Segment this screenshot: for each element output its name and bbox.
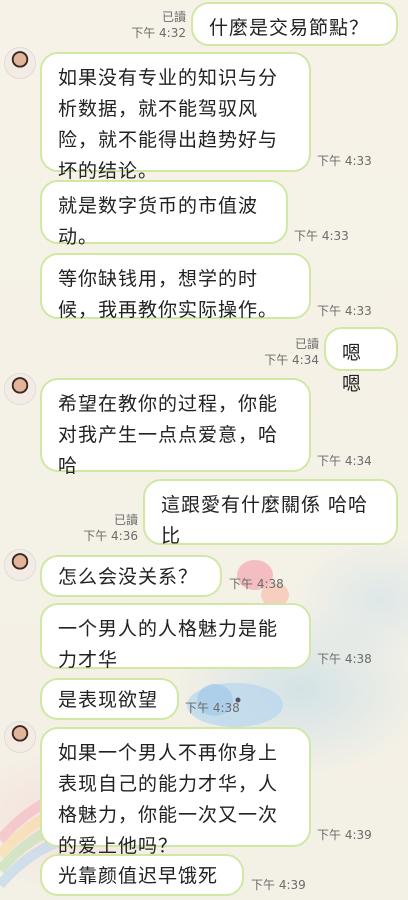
message-time: 下午 4:38 [229, 577, 284, 591]
message-time: 下午 4:34 [264, 353, 319, 367]
received-message[interactable]: 光靠颜值迟早饿死 [40, 854, 244, 896]
message-time: 下午 4:38 [185, 701, 240, 715]
sent-message[interactable]: 這跟愛有什麼關係 哈哈 比 [143, 479, 398, 547]
read-receipt: 已讀 [294, 337, 319, 351]
contact-avatar[interactable] [4, 47, 36, 79]
received-message[interactable]: 怎么会没关系？ [40, 555, 222, 597]
message-time: 下午 4:36 [83, 529, 138, 543]
received-message[interactable]: 一个男人的人格魅力是能 力才华 [40, 603, 311, 671]
read-receipt: 已讀 [161, 10, 186, 24]
received-message[interactable]: 如果一个男人不再你身上 表现自己的能力才华，人 格魅力，你能一次又一次 的爱上他… [40, 727, 311, 857]
received-message[interactable]: 等你缺钱用，想学的时 候，我再教你实际操作。 [40, 253, 311, 321]
message-time: 下午 4:39 [317, 828, 372, 842]
received-message[interactable]: 希望在教你的过程，你能 对我产生一点点爱意，哈 哈 [40, 378, 311, 477]
message-time: 下午 4:39 [251, 878, 306, 892]
message-time: 下午 4:33 [294, 229, 349, 243]
received-message[interactable]: 是表现欲望 [40, 678, 179, 720]
message-time: 下午 4:33 [317, 154, 372, 168]
message-time: 下午 4:33 [317, 304, 372, 318]
received-message[interactable]: 就是数字货币的市值波 动。 [40, 180, 288, 248]
message-time: 下午 4:38 [317, 652, 372, 666]
sent-message[interactable]: 嗯嗯 [324, 327, 398, 395]
contact-avatar[interactable] [4, 721, 36, 753]
message-time: 下午 4:32 [131, 26, 186, 40]
contact-avatar[interactable] [4, 549, 36, 581]
message-time: 下午 4:34 [317, 454, 372, 468]
received-message[interactable]: 如果没有专业的知识与分 析数据，就不能驾驭风 险，就不能得出趋势好与 坏的结论。 [40, 52, 311, 182]
read-receipt: 已讀 [113, 513, 138, 527]
sent-message[interactable]: 什麼是交易節點？ [191, 2, 398, 46]
contact-avatar[interactable] [4, 373, 36, 405]
